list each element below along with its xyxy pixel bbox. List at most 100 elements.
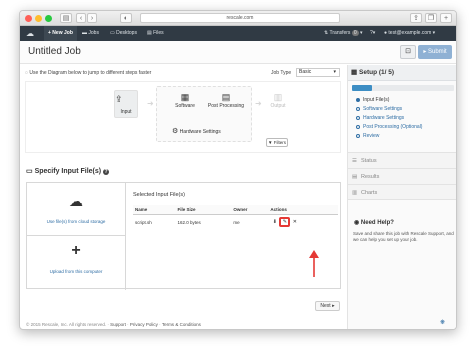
col-actions: Actions [268,205,338,215]
save-job-button[interactable]: ⊡ [400,45,416,59]
back-button[interactable]: ‹ [76,13,86,23]
job-title-bar: Untitled Job ⊡ ▸ Submit [20,41,456,64]
sidebar-toggle-icon[interactable]: ▤ [60,13,72,23]
results-icon: ▤ [352,174,358,180]
setup-progress-bar [352,85,454,91]
grid-icon: ▦ [180,92,190,102]
job-type-select[interactable]: Basic ▾ [296,68,340,77]
file-owner: me [233,220,240,225]
help-title: ◉ Need Help? [354,219,394,226]
filters-button[interactable]: ▼ Filters [266,138,288,147]
step-review[interactable]: Review [356,133,379,139]
chevron-down-icon: ▾ [333,69,336,75]
step-label: Hardware Settings [363,115,405,121]
cloud-storage-option[interactable]: ☁ Use file(s) from cloud storage [27,183,126,236]
hardware-node[interactable]: ⚙ Hardware Settings [172,127,242,135]
user-email: test@example.com [388,30,432,36]
file-upload-icon: ⇪ [115,94,123,104]
help-icon[interactable]: ?▾ [370,26,375,41]
rescale-logo-icon[interactable]: ☁ [26,26,34,41]
help-title-text: Need Help? [360,220,394,226]
nav-transfers-label: Transfers [329,30,351,36]
nav-transfers[interactable]: ⇅ Transfers 0 ▾ [324,26,363,41]
job-type-label: Job Type [271,70,292,76]
charts-label: Charts [361,190,378,196]
nav-new-job[interactable]: + New Job [44,26,77,41]
status-section[interactable]: ☰ Status [348,152,456,168]
lightbulb-icon: ◌ [25,70,28,76]
input-node[interactable]: ⇪ Input [114,90,138,118]
forward-button[interactable]: › [87,13,97,23]
browser-chrome: ▤ ‹ › ◐ rescale.com ⇪ ❐ + [20,11,456,26]
step-label: Post Processing (Optional) [363,124,423,130]
user-menu[interactable]: ● test@example.com ▾ [384,26,435,41]
next-button[interactable]: Next ▸ [315,301,340,311]
charts-section[interactable]: ▥ Charts [348,184,456,200]
next-label: Next [320,303,331,309]
results-section[interactable]: ▤ Results [348,168,456,184]
col-owner: Owner [231,205,269,215]
input-node-label: Input [120,109,132,115]
address-bar[interactable]: rescale.com [140,13,340,23]
setup-header[interactable]: ▦ Setup (1/ 5) [348,65,456,81]
cloud-icon: ☁ [69,193,83,209]
terms-link[interactable]: Terms & Conditions [162,322,201,327]
output-node-label: Output [270,103,286,109]
upload-link[interactable]: Upload from this computer [27,269,125,274]
nav-files-label: Files [153,30,164,36]
shield-icon[interactable]: ◐ [120,13,132,23]
file-size: 162.0 bytes [177,220,201,225]
input-files-panel: ☁ Use file(s) from cloud storage + Uploa… [26,182,341,290]
binoculars-icon: ⊡ [405,48,411,55]
edit-pencil-icon[interactable]: ✎ [280,218,290,226]
section-title: ▭ Specify Input File(s) ? [26,167,110,175]
setup-icon: ▦ [351,69,358,76]
submit-button[interactable]: ▸ Submit [418,45,452,59]
delete-icon[interactable]: ✕ [290,219,300,227]
post-processing-node[interactable]: ▤ Post Processing [206,92,246,109]
zoom-window-button[interactable] [45,15,52,22]
chat-icon[interactable]: ❋ [440,319,445,326]
status-icon: ☰ [352,158,357,164]
status-label: Status [361,158,377,164]
job-type-value: Basic [299,69,312,75]
step-hardware-settings[interactable]: Hardware Settings [356,115,404,121]
upload-option[interactable]: + Upload from this computer [27,236,126,290]
info-icon[interactable]: ? [103,169,110,175]
cloud-storage-link[interactable]: Use file(s) from cloud storage [27,219,125,224]
submit-label: Submit [428,49,447,55]
progress-fill [352,85,373,91]
nav-jobs[interactable]: ▬ Jobs [82,26,99,41]
step-label: Input File(s) [363,97,390,103]
hardware-node-label: Hardware Settings [179,129,221,135]
step-input-files[interactable]: Input File(s) [356,97,389,103]
step-label: Software Settings [363,106,403,112]
selected-files-table: Name File Size Owner Actions script.sh 1… [133,205,338,230]
monitor-icon: ▭ [26,168,33,175]
filters-label: Filters [273,140,286,145]
new-tab-button[interactable]: + [440,13,452,23]
workflow-diagram: ⇪ Input ➜ ▦ Software ▤ Post Processing ⚙… [25,81,341,153]
selected-files-title: Selected Input File(s) [133,192,185,198]
minimize-window-button[interactable] [35,15,42,22]
close-window-button[interactable] [25,15,32,22]
step-software-settings[interactable]: Software Settings [356,106,402,112]
tabs-icon[interactable]: ❐ [425,13,437,23]
step-label: Review [363,133,380,139]
share-icon[interactable]: ⇪ [410,13,422,23]
page-title[interactable]: Untitled Job [28,46,81,57]
step-post-processing[interactable]: Post Processing (Optional) [356,124,422,130]
download-icon[interactable]: ⬇ [270,219,280,227]
privacy-link[interactable]: Privacy Policy [130,322,158,327]
browser-window: ▤ ‹ › ◐ rescale.com ⇪ ❐ + ☁ + New Job ▬ … [19,10,457,330]
document-icon: ▤ [221,92,231,102]
support-link[interactable]: Support [110,322,126,327]
diagram-hint: ◌ Use the Diagram below to jump to diffe… [25,70,151,76]
nav-desktops[interactable]: ▭ Desktops [110,26,137,41]
software-node[interactable]: ▦ Software [166,92,204,109]
chart-icon: ▥ [352,190,358,196]
setup-sidebar: ▦ Setup (1/ 5) Input File(s) Software Set… [347,65,456,329]
nav-files[interactable]: ▤ Files [147,26,164,41]
output-node[interactable]: ▥ Output [266,92,290,109]
plus-icon: + [71,242,81,259]
